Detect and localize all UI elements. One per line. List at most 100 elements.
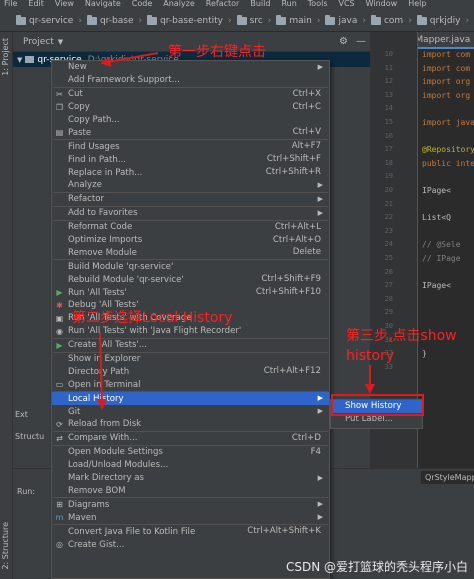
editor-bottom-tab[interactable]: QrStyleMapper bbox=[421, 471, 474, 484]
menu-tools[interactable]: Tools bbox=[308, 0, 328, 10]
folder-icon bbox=[16, 14, 26, 25]
submenu-arrow-icon: ▶ bbox=[317, 513, 323, 522]
side-label-ext: Ext bbox=[15, 410, 28, 419]
gear-icon[interactable]: ⚙ bbox=[339, 36, 348, 47]
menu-analyze[interactable]: Analyze bbox=[163, 0, 195, 10]
menu-file[interactable]: File bbox=[4, 0, 17, 10]
menu-edit[interactable]: Edit bbox=[28, 0, 44, 10]
context-menu-item-reload-from-disk[interactable]: ⟳ Reload from Disk bbox=[52, 418, 329, 431]
context-menu-item-remove-bom[interactable]: Remove BOM bbox=[52, 485, 329, 498]
code-line: import org bbox=[422, 77, 471, 87]
minimize-icon[interactable]: — bbox=[356, 36, 366, 47]
menu-item-label: Analyze bbox=[68, 180, 102, 191]
context-menu-item-refactor[interactable]: Refactor ▶ bbox=[52, 193, 329, 206]
annotation-step3-line1: 第三步,点击show bbox=[346, 328, 457, 344]
context-menu-item-rebuild-module-qr-service[interactable]: Rebuild Module 'qr-service' Ctrl+Shift+F9 bbox=[52, 273, 329, 286]
chevron-right-icon: › bbox=[228, 15, 232, 26]
breadcrumb-item[interactable]: main › bbox=[276, 14, 325, 26]
context-menu-item-create-gist[interactable]: ◎ Create Gist... bbox=[52, 538, 329, 551]
menu-help[interactable]: Help bbox=[408, 0, 426, 10]
context-menu-item-build-module-qr-service[interactable]: Build Module 'qr-service' bbox=[52, 260, 329, 273]
editor-tab[interactable]: QrStyleMapper.java bbox=[418, 32, 474, 49]
context-menu-item-add-to-favorites[interactable]: Add to Favorites ▶ bbox=[52, 207, 329, 220]
menu-item-label: Run 'All Tests' with 'Java Flight Record… bbox=[68, 326, 242, 337]
annotation-step1: 第一步右键点击 bbox=[168, 44, 266, 60]
context-menu-item-reformat-code[interactable]: Reformat Code Ctrl+Alt+L bbox=[52, 221, 329, 234]
line-number: 15 bbox=[384, 118, 393, 126]
annotation-step3-line2: history bbox=[346, 348, 395, 364]
project-panel-title[interactable]: Project bbox=[23, 37, 54, 47]
menu-build[interactable]: Build bbox=[250, 0, 270, 10]
context-menu-item-compare-with[interactable]: ⇄ Compare With... Ctrl+D bbox=[52, 432, 329, 445]
line-number: 12 bbox=[384, 77, 393, 86]
context-menu-item-create-all-tests[interactable]: ▶ Create 'All Tests'... bbox=[52, 339, 329, 352]
line-number: 13 bbox=[384, 90, 393, 99]
breadcrumb-item[interactable]: qr-base-entity › bbox=[147, 14, 237, 26]
breadcrumb-item[interactable]: com › bbox=[370, 14, 417, 26]
context-menu-item-open-in-terminal[interactable]: ▭ Open in Terminal bbox=[52, 378, 329, 391]
tool-tab-project[interactable]: 1: Project bbox=[1, 38, 10, 76]
menu-code[interactable]: Code bbox=[132, 0, 152, 10]
code-line: import com bbox=[422, 50, 471, 59]
context-menu-item-replace-in-path[interactable]: Replace in Path... Ctrl+Shift+R bbox=[52, 166, 329, 179]
debug-icon: ✱ bbox=[56, 301, 63, 311]
chevron-down-icon[interactable]: ▼ bbox=[58, 38, 63, 46]
context-menu-item-maven[interactable]: m Maven ▶ bbox=[52, 511, 329, 524]
menu-navigate[interactable]: Navigate bbox=[85, 0, 121, 10]
tool-tab-structure[interactable]: 2: Structure bbox=[1, 522, 10, 570]
context-menu-item-load-unload-modules[interactable]: Load/Unload Modules... bbox=[52, 459, 329, 472]
menu-view[interactable]: View bbox=[55, 0, 74, 10]
breadcrumb-item[interactable]: qr-base › bbox=[86, 14, 147, 26]
code-editor[interactable]: QrStyleMapper.java import com import com i… bbox=[418, 32, 474, 468]
context-menu-item-cut[interactable]: ✂ Cut Ctrl+X bbox=[52, 88, 329, 101]
highlight-box bbox=[331, 394, 424, 416]
context-menu-item-local-history[interactable]: Local History ▶ bbox=[52, 392, 329, 406]
menu-item-label: Open in Terminal bbox=[68, 379, 141, 390]
chevron-right-icon: › bbox=[138, 15, 143, 26]
run-icon: ▶ bbox=[56, 288, 63, 298]
context-menu-item-run-all-tests-with-java-flight-recorder[interactable]: ◉ Run 'All Tests' with 'Java Flight Recor… bbox=[52, 325, 329, 338]
context-menu-item-find-in-path[interactable]: Find in Path... Ctrl+Shift+F bbox=[52, 153, 329, 166]
context-menu-item-optimize-imports[interactable]: Optimize Imports Ctrl+Alt+O bbox=[52, 234, 329, 247]
run-label[interactable]: Run: bbox=[17, 487, 35, 496]
line-number: 27 bbox=[384, 281, 393, 290]
menu-vcs[interactable]: VCS bbox=[339, 0, 355, 10]
menu-item-shortcut: F4 bbox=[310, 446, 321, 457]
submenu-arrow-icon: ▶ bbox=[317, 473, 323, 482]
context-menu-item-remove-module[interactable]: Remove Module Delete bbox=[52, 246, 329, 259]
menu-item-shortcut: Ctrl+X bbox=[292, 88, 321, 99]
context-menu-item-open-module-settings[interactable]: Open Module Settings F4 bbox=[52, 446, 329, 459]
context-menu-item-convert-java-file-to-kotlin-file[interactable]: Convert Java File to Kotlin File Ctrl+Alt… bbox=[52, 525, 329, 538]
breadcrumb-label: qrkjdiy bbox=[429, 15, 461, 26]
menu-run[interactable]: Run bbox=[281, 0, 296, 10]
context-menu-item-find-usages[interactable]: Find Usages Alt+F7 bbox=[52, 140, 329, 153]
context-menu-item-mark-directory-as[interactable]: Mark Directory as ▶ bbox=[52, 472, 329, 485]
breadcrumb-item[interactable]: src › bbox=[236, 14, 277, 26]
context-menu-item-copy-path[interactable]: Copy Path... bbox=[52, 114, 329, 127]
menu-window[interactable]: Window bbox=[366, 0, 398, 10]
context-menu-item-show-in-explorer[interactable]: Show in Explorer bbox=[52, 353, 329, 366]
context-menu-item-add-framework-support[interactable]: Add Framework Support... bbox=[52, 74, 329, 87]
context-menu-item-run-all-tests[interactable]: ▶ Run 'All Tests' Ctrl+Shift+F10 bbox=[52, 286, 329, 299]
menu-item-label: Convert Java File to Kotlin File bbox=[68, 526, 196, 537]
chevron-right-icon: › bbox=[465, 15, 470, 26]
line-number: 28 bbox=[384, 294, 393, 303]
menu-refactor[interactable]: Refactor bbox=[206, 0, 240, 10]
breadcrumb-item[interactable]: qr-service › bbox=[16, 14, 87, 26]
menu-item-shortcut: Alt+F7 bbox=[291, 141, 321, 152]
menu-item-label: Refactor bbox=[68, 194, 105, 205]
context-menu-item-diagrams[interactable]: ⊞ Diagrams ▶ bbox=[52, 498, 329, 511]
annotation-step2: 第二步选择Local History bbox=[72, 310, 233, 326]
context-menu-item-analyze[interactable]: Analyze ▶ bbox=[52, 179, 329, 192]
context-menu-item-new[interactable]: New ▶ bbox=[52, 61, 329, 74]
breadcrumb-item[interactable]: qrkjdiy › bbox=[416, 14, 474, 26]
context-menu-item-git[interactable]: Git ▶ bbox=[52, 405, 329, 418]
context-menu-item-directory-path[interactable]: Directory Path Ctrl+Alt+F12 bbox=[52, 365, 329, 378]
context-menu-item-copy[interactable]: ❐ Copy Ctrl+C bbox=[52, 101, 329, 114]
breadcrumb-item[interactable]: java › bbox=[325, 14, 370, 26]
context-menu-item-paste[interactable]: ▤ Paste Ctrl+V bbox=[52, 126, 329, 139]
menu-item-shortcut: Ctrl+Shift+F10 bbox=[255, 287, 321, 298]
side-label-structure[interactable]: Structu bbox=[15, 432, 44, 441]
chevron-right-icon: › bbox=[267, 15, 272, 26]
chevron-down-icon[interactable]: ▼ bbox=[17, 56, 22, 64]
